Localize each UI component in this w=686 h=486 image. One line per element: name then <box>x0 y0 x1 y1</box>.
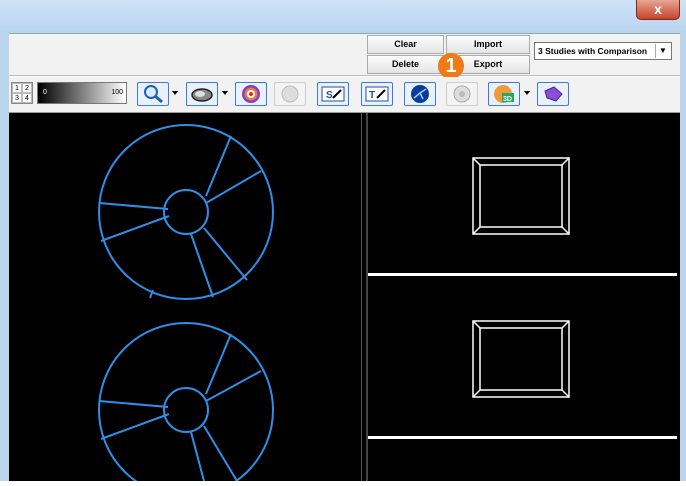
3d-render-dropdown-icon[interactable] <box>524 91 530 95</box>
pan-hand-icon <box>191 88 213 102</box>
viewport-separator-2 <box>368 436 677 439</box>
zoom-dropdown-icon[interactable] <box>172 91 178 95</box>
text-annotation-icon: T <box>365 86 389 102</box>
vessel-overlay-icon <box>411 85 429 103</box>
surface-3d-button[interactable] <box>537 82 569 106</box>
window-level-bar[interactable]: 0 100 <box>37 82 127 104</box>
polar-map-icon <box>242 85 260 103</box>
layout-grid-selector[interactable]: 1 2 3 4 <box>11 82 33 104</box>
title-bar: x <box>0 0 686 33</box>
delete-button[interactable]: Delete <box>367 55 444 74</box>
layout-select-value: 3 Studies with Comparison <box>538 46 648 56</box>
text-annotation-button[interactable]: T <box>361 82 393 106</box>
svg-text:S: S <box>326 90 333 101</box>
s-tool-button[interactable]: S <box>317 82 349 106</box>
layout-cell-4[interactable]: 4 <box>22 93 32 103</box>
layout-cell-3[interactable]: 3 <box>12 93 22 103</box>
settings-button[interactable] <box>446 82 478 106</box>
zoom-tool-button[interactable] <box>137 82 169 106</box>
surface-3d-icon <box>544 86 563 102</box>
close-button[interactable]: x <box>636 0 680 20</box>
vessel-overlay-button[interactable] <box>404 82 436 106</box>
layout-cell-2[interactable]: 2 <box>22 83 32 93</box>
chevron-down-icon[interactable]: ▼ <box>655 44 670 58</box>
layout-select[interactable]: 3 Studies with Comparison ▼ <box>534 42 672 60</box>
polar-contour-view <box>98 124 570 486</box>
3d-render-icon: 3D <box>494 85 514 103</box>
window-frame-left <box>0 33 9 481</box>
viewport-separator-1 <box>368 273 677 276</box>
zoom-magnifier-icon <box>144 85 163 104</box>
pan-tool-button[interactable] <box>186 82 218 106</box>
polar-map-button[interactable] <box>235 82 267 106</box>
sphere-disabled-icon <box>281 85 299 103</box>
pan-dropdown-icon[interactable] <box>222 91 228 95</box>
sphere-button[interactable] <box>274 82 306 106</box>
s-tool-icon: S <box>321 86 345 102</box>
layout-cell-1[interactable]: 1 <box>12 83 22 93</box>
callout-badge: 1 <box>438 53 464 79</box>
image-viewer[interactable] <box>9 113 680 486</box>
settings-disabled-icon <box>453 85 471 103</box>
3d-render-button[interactable]: 3D <box>488 82 520 106</box>
window-frame-right <box>680 33 686 481</box>
svg-text:T: T <box>369 90 375 101</box>
wl-min-label: 0 <box>43 89 47 96</box>
wl-max-label: 100 <box>111 89 123 96</box>
svg-text:3D: 3D <box>503 96 512 103</box>
viewport-splitter[interactable] <box>361 113 368 481</box>
clear-button[interactable]: Clear <box>367 35 444 54</box>
import-button[interactable]: Import <box>446 35 530 54</box>
